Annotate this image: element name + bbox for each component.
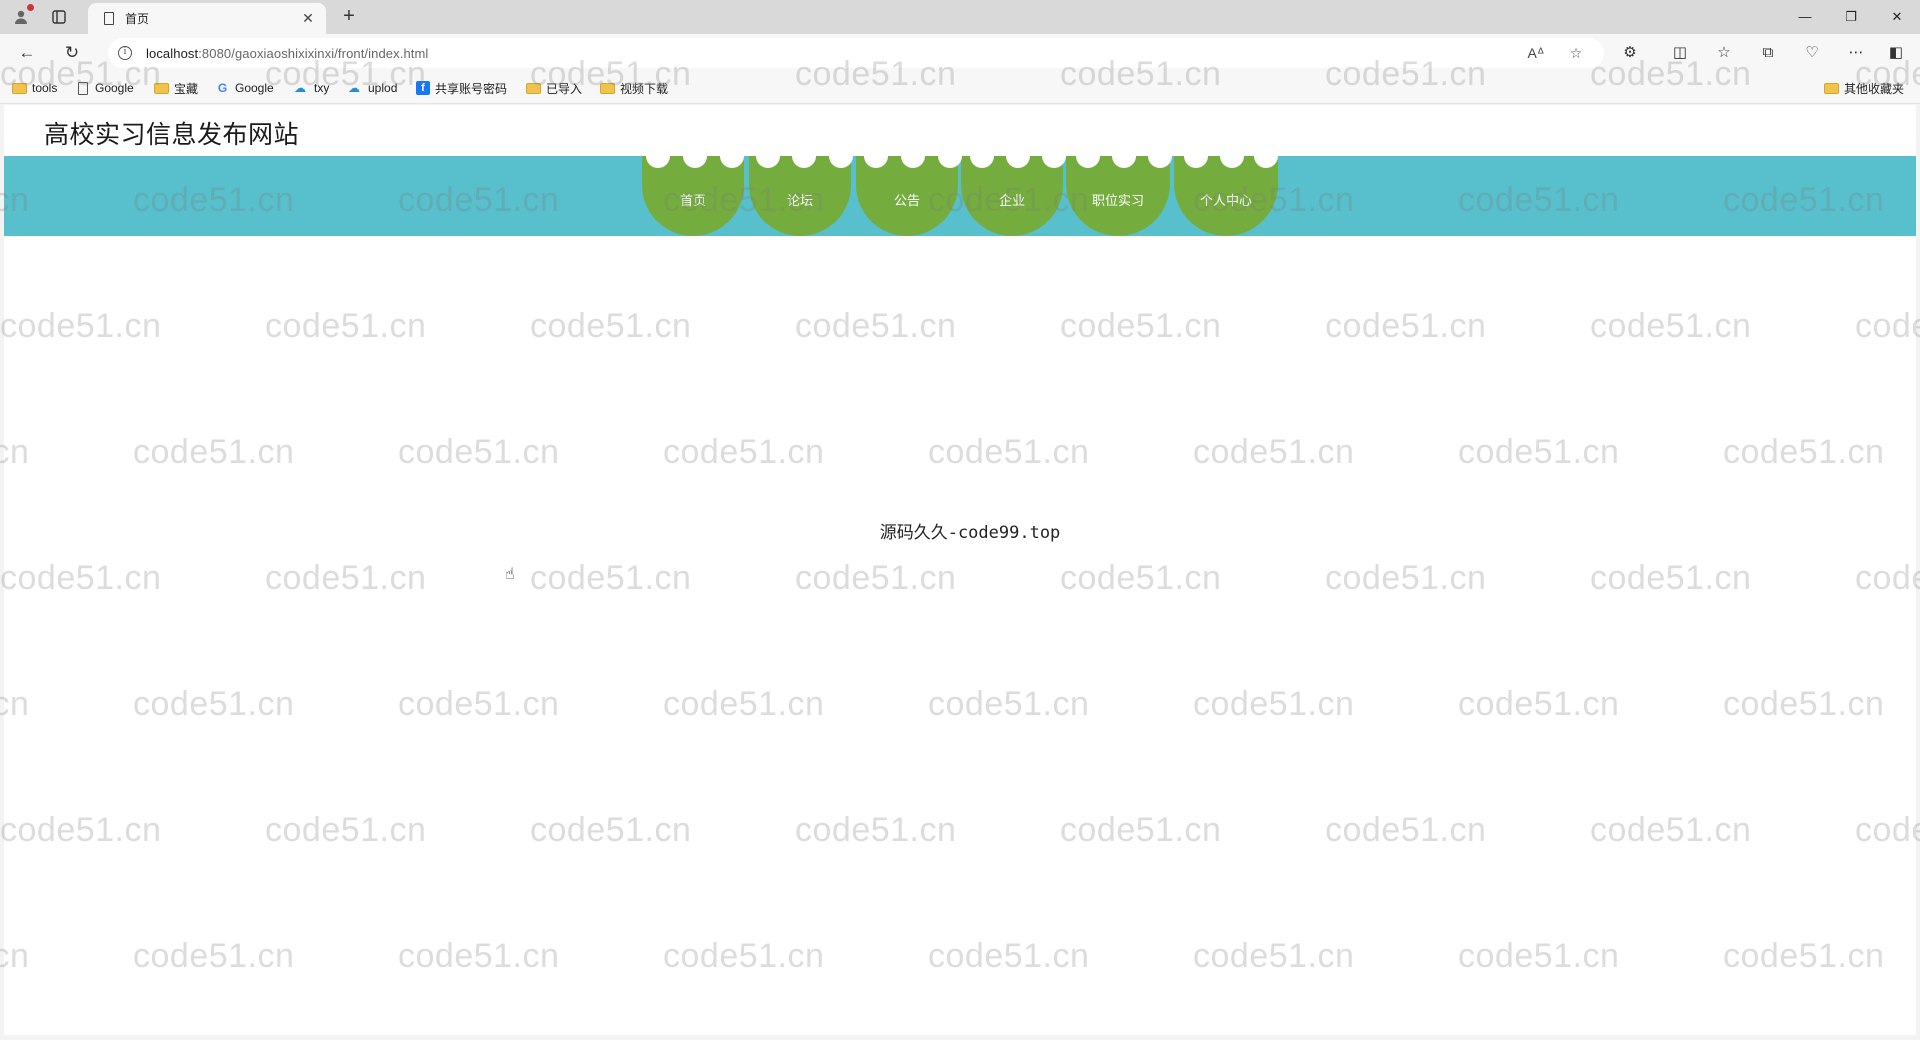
nav-item-label: 企业 (998, 192, 1025, 208)
site-title: 高校实习信息发布网站 (44, 121, 300, 149)
nav-item-label: 职位实习 (1091, 192, 1144, 208)
address-bar[interactable]: i localhost:8080/gaoxiaoshixixinxi/front… (108, 38, 1604, 68)
bookmark-video-download[interactable]: 视频下载 (600, 79, 668, 97)
split-screen-icon[interactable]: ◫ (1668, 42, 1692, 64)
tab-title: 首页 (125, 12, 150, 26)
bookmark-txy[interactable]: ☁ txy (292, 79, 329, 97)
close-tab-icon[interactable]: ✕ (300, 10, 316, 27)
cloud-icon: ☁ (294, 80, 306, 95)
browser-tab[interactable]: 首页 ✕ (88, 3, 326, 34)
collections-icon[interactable]: ⧉ (1756, 42, 1780, 64)
center-text: 源码久久-code99.top (879, 523, 1061, 543)
hand-cursor-icon: ☝ (505, 566, 515, 583)
restore-button[interactable]: ❐ (1836, 6, 1866, 28)
browser-essentials-icon[interactable]: ♡ (1800, 42, 1824, 64)
bookmark-label: 视频下载 (620, 81, 669, 96)
bookmark-label: tools (32, 81, 58, 95)
tab-actions-icon[interactable] (48, 6, 70, 28)
folder-icon (526, 82, 541, 94)
site-header: 高校实习信息发布网站 (4, 105, 1916, 156)
google-icon: G (217, 80, 228, 95)
other-bookmarks[interactable]: 其他收藏夹 (1824, 79, 1904, 97)
url-text[interactable]: localhost:8080/gaoxiaoshixixinxi/front/i… (146, 46, 428, 61)
page-icon (78, 81, 88, 95)
reload-icon[interactable]: ↻ (60, 42, 84, 64)
bookmark-shared-accounts[interactable]: f 共享账号密码 (416, 79, 507, 97)
bookmark-baozang[interactable]: 宝藏 (154, 79, 198, 97)
bookmarks-bar: tools Google 宝藏 G Google ☁ txy ☁ uplod f… (0, 72, 1920, 104)
site-info-icon[interactable]: i (118, 46, 132, 60)
nav-item-label: 公告 (893, 192, 920, 208)
bookmark-tools[interactable]: tools (12, 79, 57, 97)
close-window-button[interactable]: ✕ (1882, 6, 1912, 28)
bookmark-label: 其他收藏夹 (1844, 81, 1905, 96)
nav-band (4, 156, 1916, 236)
bookmark-uplod[interactable]: ☁ uplod (346, 79, 397, 97)
folder-icon (154, 82, 169, 94)
new-tab-button[interactable]: + (338, 5, 360, 27)
profile-notification-dot (27, 4, 34, 11)
bookmark-imported[interactable]: 已导入 (526, 79, 582, 97)
facebook-icon: f (416, 81, 430, 95)
bookmark-google-page[interactable]: Google (78, 79, 134, 97)
back-arrow-icon[interactable]: ← (15, 42, 39, 64)
minimize-button[interactable]: — (1790, 6, 1820, 28)
nav-item-label: 个人中心 (1199, 192, 1252, 208)
nav-item-label: 论坛 (786, 192, 813, 208)
extensions-icon[interactable]: ⚙ (1618, 42, 1642, 64)
read-aloud-icon[interactable]: Aᐞ (1524, 38, 1548, 68)
bookmark-label: txy (314, 81, 330, 95)
sidebar-toggle-icon[interactable]: ◧ (1884, 42, 1908, 64)
more-menu-icon[interactable]: ⋯ (1844, 42, 1868, 64)
folder-icon (1824, 82, 1839, 94)
bookmark-label: 共享账号密码 (435, 81, 508, 96)
bookmark-label: uplod (368, 81, 398, 95)
bookmark-label: Google (95, 81, 134, 95)
cloud-icon: ☁ (348, 80, 360, 95)
page-viewport: 高校实习信息发布网站 首页 论坛 公告 企业 职位实习 个人中心 源码久久-co… (4, 105, 1916, 1035)
browser-toolbar: ← ↻ i localhost:8080/gaoxiaoshixixinxi/f… (0, 34, 1920, 72)
favorite-star-icon[interactable]: ☆ (1564, 38, 1588, 68)
folder-icon (12, 82, 27, 94)
nav-item-label: 首页 (679, 192, 706, 208)
bookmark-google[interactable]: G Google (216, 79, 274, 97)
bookmark-label: Google (235, 81, 274, 95)
folder-icon (600, 82, 615, 94)
document-icon (104, 12, 114, 25)
bookmark-label: 已导入 (546, 81, 583, 96)
browser-tab-bar: 首页 ✕ + — ❐ ✕ (0, 0, 1920, 34)
favorites-icon[interactable]: ☆ (1712, 42, 1736, 64)
bookmark-label: 宝藏 (174, 81, 199, 96)
